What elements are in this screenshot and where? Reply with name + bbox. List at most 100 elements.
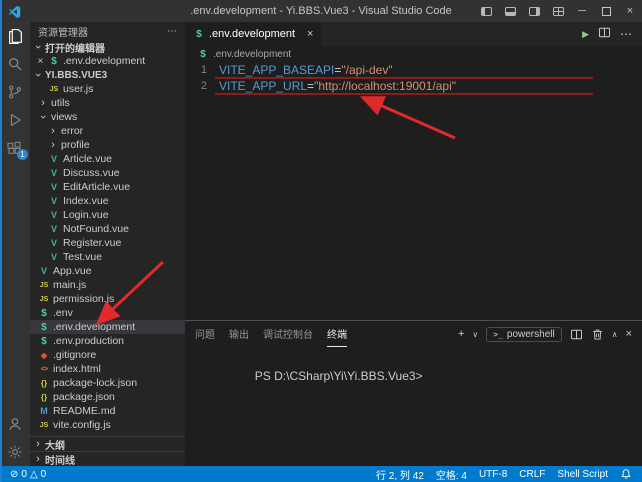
code-line-2[interactable]: 2VITE_APP_URL="http://localhost:19001/ap… <box>185 78 642 94</box>
tree-item-Register.vue[interactable]: VRegister.vue <box>30 236 185 250</box>
section-open-editors[interactable]: › 打开的编辑器 <box>30 40 185 54</box>
tree-item-permission.js[interactable]: JSpermission.js <box>30 292 185 306</box>
sidebar-section-时间线[interactable]: ›时间线 <box>30 451 185 466</box>
sidebar-bottom-sections: ›大纲›时间线 <box>30 436 185 466</box>
env-file-icon: $ <box>38 322 50 333</box>
window-controls: ─ × <box>474 0 642 22</box>
js-file-icon: JS <box>38 296 50 303</box>
eol-sequence[interactable]: CRLF <box>519 469 545 480</box>
close-panel-icon[interactable]: × <box>626 328 632 340</box>
tab-env-development[interactable]: $ .env.development × <box>185 22 321 46</box>
tab-close-icon[interactable]: × <box>307 28 313 40</box>
tree-item-label: profile <box>61 139 90 151</box>
toggle-secondary-sidebar-icon[interactable] <box>522 0 546 22</box>
extensions-badge: 1 <box>17 149 28 160</box>
tree-item-Article.vue[interactable]: VArticle.vue <box>30 152 185 166</box>
run-debug-icon <box>7 112 23 128</box>
panel-tab-输出[interactable]: 输出 <box>229 321 249 347</box>
tree-item-EditArticle.vue[interactable]: VEditArticle.vue <box>30 180 185 194</box>
html-file-icon: <> <box>38 366 50 373</box>
activity-explorer[interactable] <box>0 22 30 50</box>
cursor-position[interactable]: 行 2, 列 42 <box>376 467 424 482</box>
tree-item-user.js[interactable]: JSuser.js <box>30 82 185 96</box>
tree-item-.env.development[interactable]: $.env.development <box>30 320 185 334</box>
toggle-panel-icon[interactable] <box>498 0 522 22</box>
chevron-right-icon: › <box>33 454 43 464</box>
more-actions-icon[interactable]: ⋯ <box>620 27 632 41</box>
breadcrumb[interactable]: $ .env.development <box>185 46 642 62</box>
code-token: = <box>334 63 341 77</box>
activity-account[interactable] <box>0 410 30 438</box>
split-terminal-icon[interactable] <box>570 328 583 341</box>
tree-item-label: package.json <box>53 391 115 403</box>
tree-item-profile[interactable]: ›profile <box>30 138 185 152</box>
tree-item-index.html[interactable]: <>index.html <box>30 362 185 376</box>
activity-search[interactable] <box>0 50 30 78</box>
panel-tab-终端[interactable]: 终端 <box>327 321 347 347</box>
terminal-profile-chip[interactable]: >_ powershell <box>486 327 561 342</box>
minimize-icon[interactable]: ─ <box>570 0 594 22</box>
vue-file-icon: V <box>48 196 60 206</box>
editor-tab-bar: $ .env.development × ▶ ⋯ <box>185 22 642 46</box>
tree-item-.env.production[interactable]: $.env.production <box>30 334 185 348</box>
activity-settings[interactable] <box>0 438 30 466</box>
breadcrumb-item: .env.development <box>213 49 291 60</box>
tree-item-label: package-lock.json <box>53 377 137 389</box>
indentation[interactable]: 空格: 4 <box>436 467 467 482</box>
vue-file-icon: V <box>48 182 60 192</box>
chevron-right-icon: › <box>48 126 58 136</box>
tree-item-Login.vue[interactable]: VLogin.vue <box>30 208 185 222</box>
chevron-down-icon: › <box>33 42 43 52</box>
sidebar-section-大纲[interactable]: ›大纲 <box>30 436 185 451</box>
split-editor-icon[interactable] <box>598 26 611 42</box>
terminal[interactable]: PS D:\CSharp\Yi\Yi.BBS.Vue3> <box>185 347 642 397</box>
code-token: VITE_APP_BASEAPI <box>219 63 334 77</box>
new-terminal-icon[interactable]: + <box>458 328 464 340</box>
activity-extensions[interactable]: 1 <box>0 134 30 162</box>
toggle-sidebar-icon[interactable] <box>474 0 498 22</box>
activity-source-control[interactable] <box>0 78 30 106</box>
tree-item-package.json[interactable]: {}package.json <box>30 390 185 404</box>
problems-indicator[interactable]: ⊘ 0 △ 0 <box>10 469 46 480</box>
chevron-right-icon: › <box>38 98 48 108</box>
tree-item-label: index.html <box>53 363 101 375</box>
open-editor-item[interactable]: ×$.env.development <box>30 54 185 68</box>
tree-item-error[interactable]: ›error <box>30 124 185 138</box>
code-line-1[interactable]: 1VITE_APP_BASEAPI="/api-dev" <box>185 62 642 78</box>
customize-layout-icon[interactable] <box>546 0 570 22</box>
tree-item-utils[interactable]: ›utils <box>30 96 185 110</box>
tree-item-Index.vue[interactable]: VIndex.vue <box>30 194 185 208</box>
tree-item-.gitignore[interactable]: ◆.gitignore <box>30 348 185 362</box>
tree-item-Discuss.vue[interactable]: VDiscuss.vue <box>30 166 185 180</box>
close-icon[interactable]: × <box>618 0 642 22</box>
env-file-icon: $ <box>193 29 205 40</box>
chevron-down-icon[interactable]: ∨ <box>472 330 478 339</box>
warning-count: 0 <box>41 469 47 480</box>
section-project-root[interactable]: › YI.BBS.VUE3 <box>30 68 185 82</box>
js-file-icon: JS <box>38 422 50 429</box>
more-actions-icon[interactable]: ⋯ <box>167 26 177 37</box>
tree-item-App.vue[interactable]: VApp.vue <box>30 264 185 278</box>
tree-item-main.js[interactable]: JSmain.js <box>30 278 185 292</box>
panel-tab-问题[interactable]: 问题 <box>195 321 215 347</box>
maximize-panel-icon[interactable]: ∧ <box>612 330 618 339</box>
close-icon[interactable]: × <box>36 55 45 67</box>
notifications-bell-icon[interactable] <box>620 468 632 480</box>
tree-item-views[interactable]: ›views <box>30 110 185 124</box>
tree-item-package-lock.json[interactable]: {}package-lock.json <box>30 376 185 390</box>
tree-item-README.md[interactable]: MREADME.md <box>30 404 185 418</box>
run-file-icon[interactable]: ▶ <box>582 29 589 40</box>
encoding[interactable]: UTF-8 <box>479 469 507 480</box>
tree-item-vite.config.js[interactable]: JSvite.config.js <box>30 418 185 432</box>
tree-item-label: Login.vue <box>63 209 109 221</box>
kill-terminal-icon[interactable] <box>591 328 604 341</box>
panel-tab-调试控制台[interactable]: 调试控制台 <box>263 321 313 347</box>
activity-run-debug[interactable] <box>0 106 30 134</box>
tree-item-Test.vue[interactable]: VTest.vue <box>30 250 185 264</box>
language-mode[interactable]: Shell Script <box>557 469 608 480</box>
tree-item-.env[interactable]: $.env <box>30 306 185 320</box>
env-file-icon: $ <box>197 49 209 60</box>
tree-item-NotFound.vue[interactable]: VNotFound.vue <box>30 222 185 236</box>
code-editor[interactable]: 1VITE_APP_BASEAPI="/api-dev"2VITE_APP_UR… <box>185 62 642 320</box>
maximize-icon[interactable] <box>594 0 618 22</box>
